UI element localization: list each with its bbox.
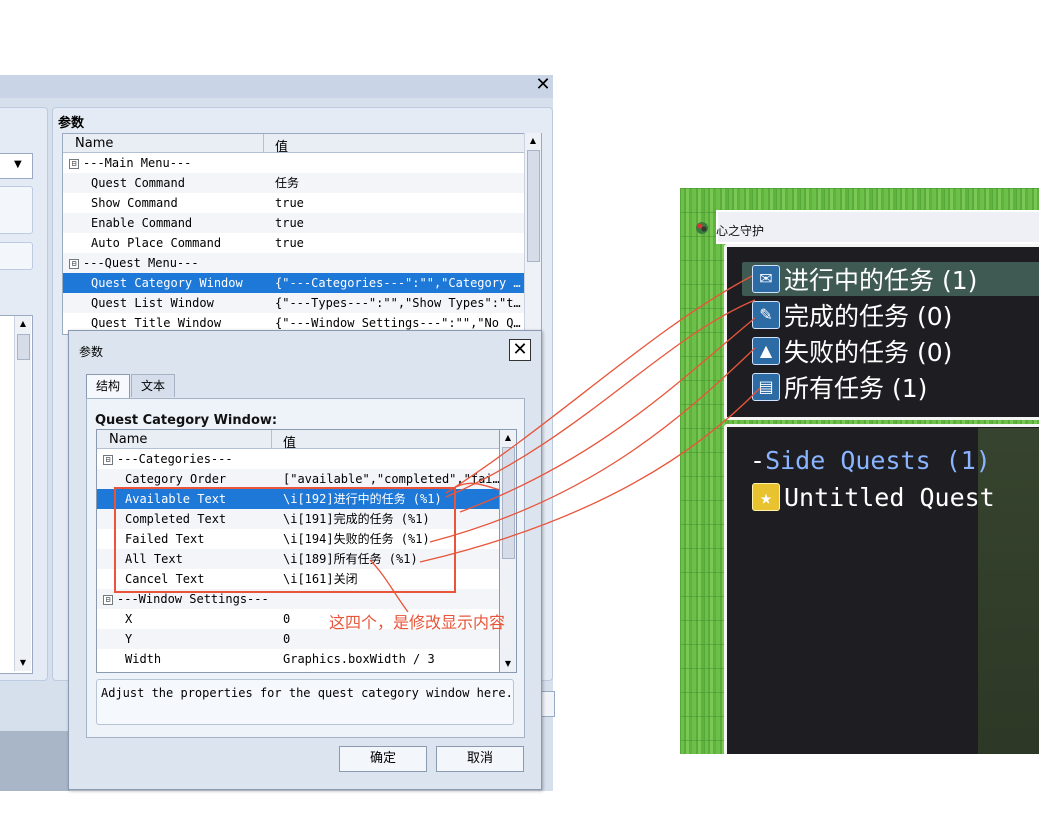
column-header-name[interactable]: Name [75,136,113,151]
ok-button[interactable]: 确定 [339,746,427,772]
row-value: true [275,216,304,230]
tab-text[interactable]: 文本 [131,374,175,397]
scroll-thumb[interactable] [527,150,540,262]
collapse-icon[interactable]: ⊟ [103,454,113,465]
table-row[interactable]: Show Command true [63,193,525,213]
chevron-down-icon[interactable]: ▼ [14,159,22,170]
game-header-window [716,210,1039,244]
envelope-icon: ✉ [752,265,780,293]
table-row[interactable]: Quest Category Window {"---Categories---"… [63,273,525,293]
editor-titlebar [0,75,553,98]
game-title: 心之守护 [716,224,765,238]
scroll-thumb[interactable] [502,447,515,559]
table-row[interactable]: Enable Command true [63,213,525,233]
category-failed[interactable]: ▲ 失败的任务 (0) [752,334,952,368]
quest-item[interactable]: ★ Untitled Quest [752,482,995,512]
category-completed[interactable]: ✎ 完成的任务 (0) [752,298,952,332]
ruins-icon: ▲ [752,337,780,365]
book-icon: ▤ [752,373,780,401]
scroll-up-icon[interactable]: ▲ [525,133,541,149]
annotation-note: 这四个，是修改显示内容 [329,613,506,632]
scroll-up-icon[interactable]: ▲ [15,316,31,332]
annotation-highlight-box [114,487,456,593]
dialog-title: 参数 [79,345,104,359]
row-value: true [275,236,304,250]
row-key: ---Window Settings--- [117,592,269,606]
row-value: ["available","completed","fai… [283,472,500,486]
parameters-label: 参数 [58,116,85,131]
table-row[interactable]: Category Order ["available","completed","… [97,469,502,489]
row-value: Graphics.boxWidth / 3 [283,652,435,666]
collapse-icon[interactable]: ⊟ [103,594,113,605]
close-icon[interactable]: ✕ [509,339,531,361]
row-key: ---Main Menu--- [83,156,192,170]
left-scrollbar[interactable]: ▲ ▼ [14,316,31,671]
scroll-icon: ✎ [752,301,780,329]
collapse-icon[interactable]: ⊟ [69,158,79,169]
table-row[interactable]: Width Graphics.boxWidth / 3 [97,649,502,669]
table-row[interactable]: Quest Command 任务 [63,173,525,193]
row-key: Quest Title Window [91,316,222,330]
table-row[interactable]: Auto Place Command true [63,233,525,253]
left-field-box[interactable] [0,186,33,234]
row-key: Enable Command [91,216,193,230]
scroll-down-icon[interactable]: ▼ [15,655,31,671]
cancel-button[interactable]: 取消 [436,746,524,772]
parameters-scrollbar[interactable]: ▲ [524,133,541,333]
table-row[interactable]: Quest List Window {"---Types---":"","Show… [63,293,525,313]
row-key: Show Command [91,196,178,210]
table-row[interactable]: ⊟ ---Categories--- [97,449,502,469]
parameters-table[interactable]: Name 值 ⊟ ---Main Menu--- Quest Command 任务 Sh… [62,133,542,335]
dialog-scrollbar[interactable]: ▲ ▼ [499,429,517,673]
editor-close-icon[interactable]: ✕ [533,75,553,95]
column-header-name[interactable]: Name [109,432,147,447]
scroll-down-icon[interactable]: ▼ [500,656,516,672]
editor-footer [0,731,70,791]
row-key: ---Quest Menu--- [83,256,199,270]
row-key: ---Categories--- [117,452,233,466]
left-field-box[interactable] [0,242,33,270]
game-logo-icon [694,220,710,236]
scroll-up-icon[interactable]: ▲ [500,430,516,446]
row-key: Category Order [125,472,227,486]
editor-bottom-button[interactable] [540,691,555,717]
quest-type-header[interactable]: -Side Quests (1) [750,446,991,475]
row-value: {"---Types---":"","Show Types":"tr… [275,296,525,310]
row-key: Auto Place Command [91,236,222,250]
table-header: Name 值 [63,134,525,155]
table-row[interactable]: ⊟ ---Quest Menu--- [63,253,525,273]
row-value: true [275,196,304,210]
game-screenshot: 心之守护 ✉ 进行中的任务 (1) ✎ 完成的任务 (0) ▲ 失败的任务 (0… [680,188,1039,754]
row-key: Width [125,652,162,666]
tab-structure[interactable]: 结构 [86,374,130,399]
collapse-icon[interactable]: ⊟ [69,258,79,269]
row-value: 任务 [275,176,300,190]
row-key: Quest List Window [91,296,214,310]
map-backdrop [978,428,1039,754]
category-available[interactable]: ✉ 进行中的任务 (1) [752,262,977,296]
row-key: Quest Command [91,176,185,190]
row-key: Y [125,632,133,646]
scroll-thumb[interactable] [17,334,30,360]
row-key: X [125,612,133,626]
table-row[interactable]: ⊟ ---Main Menu--- [63,153,525,173]
table-header: Name 值 [97,430,502,451]
row-value: {"---Categories---":"","Category O… [275,276,525,290]
row-key: Quest Category Window [91,276,243,290]
category-all[interactable]: ▤ 所有任务 (1) [752,370,927,404]
section-label: Quest Category Window: [95,413,278,428]
description-box: Adjust the properties for the quest cate… [96,679,514,725]
star-icon: ★ [752,483,780,511]
